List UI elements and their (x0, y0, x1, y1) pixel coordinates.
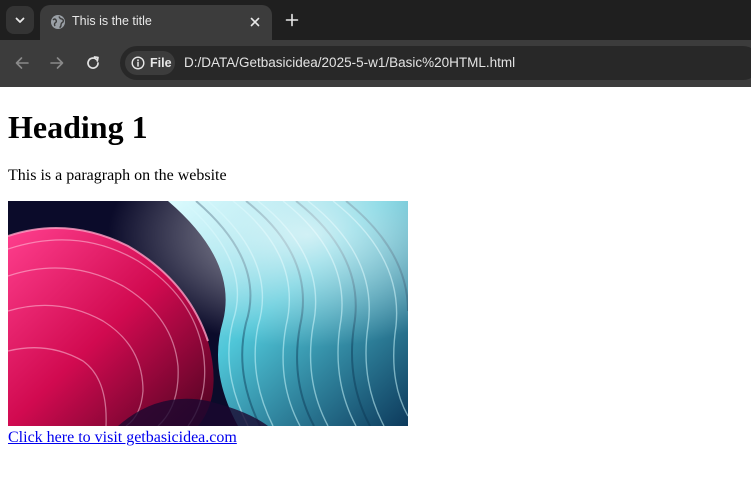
tab-search-button[interactable] (6, 6, 34, 34)
globe-icon (51, 15, 65, 29)
tab-strip: This is the title (0, 0, 751, 40)
site-chip-label: File (150, 56, 172, 70)
chevron-down-icon (15, 17, 25, 23)
reload-button[interactable] (78, 48, 108, 78)
browser-chrome: This is the title File D:/DATA/Getbasici… (0, 0, 751, 87)
arrow-left-icon (15, 57, 29, 69)
page-content: Heading 1 This is a paragraph on the web… (0, 87, 751, 503)
url-text[interactable]: D:/DATA/Getbasicidea/2025-5-w1/Basic%20H… (184, 55, 515, 70)
page-paragraph: This is a paragraph on the website (8, 167, 227, 184)
page-heading: Heading 1 (8, 109, 148, 145)
site-info-chip[interactable]: File (125, 51, 175, 75)
abstract-wave-image (8, 201, 408, 426)
info-icon (131, 56, 145, 70)
toolbar: File D:/DATA/Getbasicidea/2025-5-w1/Basi… (0, 40, 751, 87)
close-icon (250, 17, 260, 27)
arrow-right-icon (50, 57, 64, 69)
getbasicidea-link[interactable]: Click here to visit getbasicidea.com (8, 429, 237, 447)
address-bar[interactable]: File D:/DATA/Getbasicidea/2025-5-w1/Basi… (120, 46, 751, 80)
tab-close-button[interactable] (246, 13, 264, 31)
new-tab-button[interactable] (280, 8, 304, 32)
forward-button[interactable] (42, 48, 72, 78)
tab-active[interactable]: This is the title (40, 5, 272, 40)
plus-icon (285, 13, 299, 27)
back-button[interactable] (7, 48, 37, 78)
reload-icon (87, 56, 99, 69)
tab-title: This is the title (72, 14, 152, 28)
